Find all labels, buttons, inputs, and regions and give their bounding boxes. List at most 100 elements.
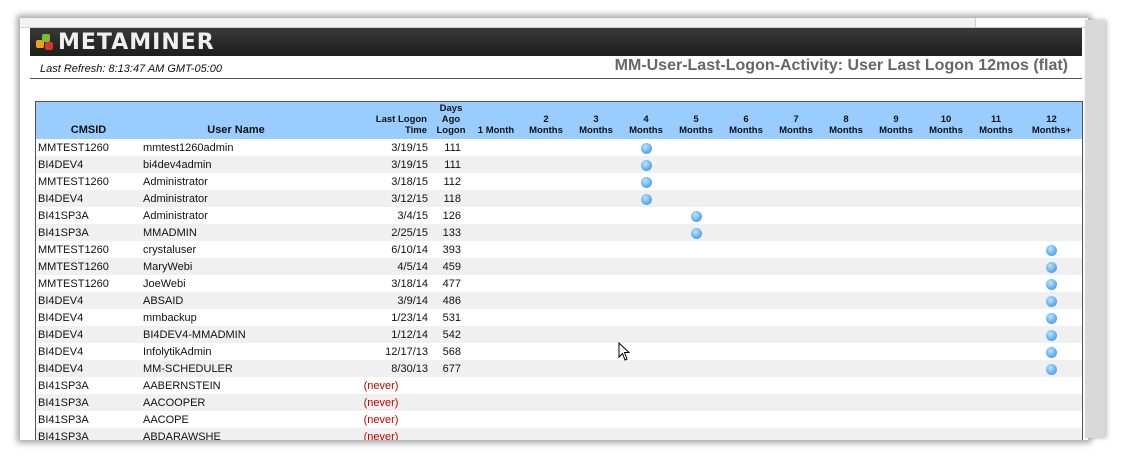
col-11-months[interactable]: 11 Months (971, 102, 1021, 139)
cell-month-9 (871, 224, 921, 241)
cell-month-7 (771, 292, 821, 309)
table-row[interactable]: BI41SP3A ABDARAWSHE (never) (36, 428, 1082, 440)
cell-month-8 (821, 326, 871, 343)
table-row[interactable]: BI4DEV4 bi4dev4admin 3/19/15 111 (36, 156, 1082, 173)
table-row[interactable]: BI4DEV4 Administrator 3/12/15 118 (36, 190, 1082, 207)
cell-month-6 (721, 275, 771, 292)
logon-indicator-icon (640, 160, 652, 172)
cell-month-1 (471, 139, 521, 156)
cell-month-1 (471, 173, 521, 190)
col-10-months[interactable]: 10 Months (921, 102, 971, 139)
table-row[interactable]: BI41SP3A AACOPE (never) (36, 411, 1082, 428)
col-cmsid[interactable]: CMSID (36, 102, 141, 139)
cell-month-8 (821, 139, 871, 156)
cell-month-4 (621, 411, 671, 428)
cell-days-ago: 393 (431, 241, 471, 258)
cell-month-5 (671, 343, 721, 360)
cell-month-9 (871, 241, 921, 258)
table-row[interactable]: BI41SP3A MMADMIN 2/25/15 133 (36, 224, 1082, 241)
col-9-months[interactable]: 9 Months (871, 102, 921, 139)
cell-month-1 (471, 411, 521, 428)
cell-month-12 (1021, 428, 1082, 440)
col-1-month[interactable]: 1 Month (471, 102, 521, 139)
top-tab (975, 18, 1088, 27)
cell-month-7 (771, 190, 821, 207)
table-row[interactable]: BI4DEV4 mmbackup 1/23/14 531 (36, 309, 1082, 326)
cell-month-9 (871, 411, 921, 428)
table-row[interactable]: MMTEST1260 JoeWebi 3/18/14 477 (36, 275, 1082, 292)
cell-user-name: Administrator (141, 173, 331, 190)
cell-last-logon-time: (never) (331, 428, 431, 440)
cell-month-2 (521, 224, 571, 241)
table-row[interactable]: MMTEST1260 MaryWebi 4/5/14 459 (36, 258, 1082, 275)
cell-month-2 (521, 190, 571, 207)
table-row[interactable]: BI4DEV4 BI4DEV4-MMADMIN 1/12/14 542 (36, 326, 1082, 343)
col-days-ago[interactable]: Days Ago Logon (431, 102, 471, 139)
cell-month-6 (721, 173, 771, 190)
cell-month-1 (471, 156, 521, 173)
cell-month-5 (671, 258, 721, 275)
cell-last-logon-time: 4/5/14 (331, 258, 431, 275)
logo-text: METAMINER (58, 29, 215, 55)
table-row[interactable]: BI4DEV4 InfolytikAdmin 12/17/13 568 (36, 343, 1082, 360)
cell-cmsid: MMTEST1260 (36, 275, 141, 292)
cell-month-12 (1021, 173, 1082, 190)
col-last-logon-time[interactable]: Last Logon Time (331, 102, 431, 139)
cell-month-9 (871, 394, 921, 411)
table-row[interactable]: BI4DEV4 ABSAID 3/9/14 486 (36, 292, 1082, 309)
cell-month-12 (1021, 360, 1082, 377)
cell-month-11 (971, 241, 1021, 258)
cell-days-ago: 112 (431, 173, 471, 190)
col-3-months[interactable]: 3 Months (571, 102, 621, 139)
table-row[interactable]: MMTEST1260 mmtest1260admin 3/19/15 111 (36, 139, 1082, 156)
cell-month-2 (521, 394, 571, 411)
cell-month-6 (721, 258, 771, 275)
table-row[interactable]: MMTEST1260 Administrator 3/18/15 112 (36, 173, 1082, 190)
cell-month-11 (971, 394, 1021, 411)
table-row[interactable]: BI41SP3A AACOOPER (never) (36, 394, 1082, 411)
cell-month-8 (821, 428, 871, 440)
cell-month-6 (721, 428, 771, 440)
cell-month-12 (1021, 326, 1082, 343)
table-row[interactable]: BI4DEV4 MM-SCHEDULER 8/30/13 677 (36, 360, 1082, 377)
cell-user-name: crystaluser (141, 241, 331, 258)
cell-days-ago: 111 (431, 139, 471, 156)
cell-month-4 (621, 326, 671, 343)
cell-month-4 (621, 309, 671, 326)
cell-user-name: ABSAID (141, 292, 331, 309)
table-row[interactable]: BI41SP3A AABERNSTEIN (never) (36, 377, 1082, 394)
cell-days-ago: 459 (431, 258, 471, 275)
col-12-months-plus[interactable]: 12 Months+ (1021, 102, 1082, 139)
col-7-months[interactable]: 7 Months (771, 102, 821, 139)
cell-month-9 (871, 207, 921, 224)
cell-month-5 (671, 326, 721, 343)
cell-user-name: BI4DEV4-MMADMIN (141, 326, 331, 343)
table-row[interactable]: BI41SP3A Administrator 3/4/15 126 (36, 207, 1082, 224)
cell-month-2 (521, 156, 571, 173)
cell-month-5 (671, 190, 721, 207)
cell-month-5 (671, 292, 721, 309)
cell-month-12 (1021, 275, 1082, 292)
cell-month-10 (921, 326, 971, 343)
col-8-months[interactable]: 8 Months (821, 102, 871, 139)
cell-month-11 (971, 224, 1021, 241)
logo: METAMINER (36, 29, 215, 55)
col-5-months[interactable]: 5 Months (671, 102, 721, 139)
cell-month-6 (721, 224, 771, 241)
col-4-months[interactable]: 4 Months (621, 102, 671, 139)
col-user-name[interactable]: User Name (141, 102, 331, 139)
cell-month-10 (921, 156, 971, 173)
cell-last-logon-time: (never) (331, 411, 431, 428)
col-6-months[interactable]: 6 Months (721, 102, 771, 139)
cell-month-7 (771, 241, 821, 258)
cell-month-8 (821, 190, 871, 207)
cell-month-2 (521, 275, 571, 292)
cell-user-name: mmbackup (141, 309, 331, 326)
table-row[interactable]: MMTEST1260 crystaluser 6/10/14 393 (36, 241, 1082, 258)
cell-month-6 (721, 309, 771, 326)
cell-month-10 (921, 394, 971, 411)
cell-month-3 (571, 139, 621, 156)
cell-month-6 (721, 292, 771, 309)
col-2-months[interactable]: 2 Months (521, 102, 571, 139)
cell-user-name: bi4dev4admin (141, 156, 331, 173)
